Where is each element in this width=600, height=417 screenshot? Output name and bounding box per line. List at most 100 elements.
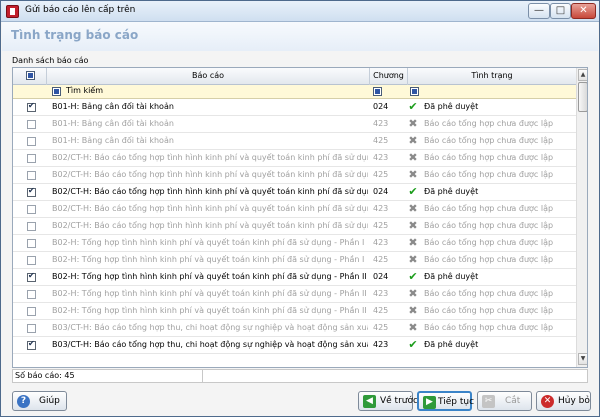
status-text: Báo cáo tổng hợp chưa được lập xyxy=(424,136,554,145)
row-checkbox[interactable] xyxy=(27,271,36,282)
next-button[interactable]: ▶ Tiếp tục xyxy=(417,391,475,411)
chuong-code: 423 xyxy=(373,204,389,213)
maximize-button[interactable]: □ xyxy=(550,3,571,19)
report-name: B02/CT-H: Báo cáo tổng hợp tình hình kin… xyxy=(52,204,368,213)
cut-button[interactable]: ✂ Cắt xyxy=(477,391,532,411)
cross-icon: ✖ xyxy=(408,117,418,130)
table-row[interactable]: B02/CT-H: Báo cáo tổng hợp tình hình kin… xyxy=(13,201,576,218)
status-text: Báo cáo tổng hợp chưa được lập xyxy=(424,204,554,213)
scroll-thumb[interactable] xyxy=(578,82,587,112)
chuong-code: 024 xyxy=(373,187,389,196)
search-filter-label[interactable]: Tìm kiếm xyxy=(66,86,103,95)
back-arrow-icon: ◀ xyxy=(363,395,376,408)
back-label: Về trước xyxy=(380,396,418,406)
row-checkbox xyxy=(27,120,36,129)
row-checkbox xyxy=(27,307,36,316)
report-grid: Báo cáo Chương Tình trạng Tìm kiếm B01-H… xyxy=(12,67,588,368)
next-label: Tiếp tục xyxy=(438,397,475,407)
status-bar: Số báo cáo: 45 xyxy=(12,369,588,383)
scroll-up-icon[interactable]: ▲ xyxy=(578,69,587,81)
cross-icon: ✖ xyxy=(408,304,418,317)
report-name: B03/CT-H: Báo cáo tổng hợp thu, chi hoạt… xyxy=(52,340,368,349)
chuong-code: 423 xyxy=(373,289,389,298)
status-text: Báo cáo tổng hợp chưa được lập xyxy=(424,170,554,179)
status-text: Báo cáo tổng hợp chưa được lập xyxy=(424,221,554,230)
table-row[interactable]: B02/CT-H: Báo cáo tổng hợp tình hình kin… xyxy=(13,167,576,184)
report-name: B02/CT-H: Báo cáo tổng hợp tình hình kin… xyxy=(52,221,368,230)
filter-chuong-toggle[interactable] xyxy=(373,87,382,96)
report-name: B02-H: Tổng hợp tình hình kinh phí và qu… xyxy=(52,289,367,298)
filter-row: Tìm kiếm xyxy=(13,85,576,99)
column-header-status[interactable]: Tình trạng xyxy=(408,68,576,85)
cancel-icon: ✕ xyxy=(541,395,554,408)
table-row[interactable]: B02/CT-H: Báo cáo tổng hợp tình hình kin… xyxy=(13,184,576,201)
row-checkbox[interactable] xyxy=(27,101,36,112)
status-text: Báo cáo tổng hợp chưa được lập xyxy=(424,306,554,315)
status-text: Báo cáo tổng hợp chưa được lập xyxy=(424,238,554,247)
filter-status-toggle[interactable] xyxy=(410,87,419,96)
window-title: Gửi báo cáo lên cấp trên xyxy=(25,5,136,15)
report-name: B01-H: Bảng cân đối tài khoản xyxy=(52,119,174,128)
table-row[interactable]: B02-H: Tổng hợp tình hình kinh phí và qu… xyxy=(13,286,576,303)
chuong-code: 425 xyxy=(373,136,389,145)
next-arrow-icon: ▶ xyxy=(423,396,436,409)
column-header-chuong[interactable]: Chương xyxy=(370,68,408,85)
header-select-all[interactable] xyxy=(13,68,47,85)
report-name: B01-H: Bảng cân đối tài khoản xyxy=(52,102,174,111)
help-button[interactable]: ? Giúp xyxy=(12,391,67,411)
report-name: B03/CT-H: Báo cáo tổng hợp thu, chi hoạt… xyxy=(52,323,368,332)
report-name: B02-H: Tổng hợp tình hình kinh phí và qu… xyxy=(52,306,367,315)
chuong-code: 024 xyxy=(373,102,389,111)
row-checkbox xyxy=(27,239,36,248)
report-name: B02-H: Tổng hợp tình hình kinh phí và qu… xyxy=(52,255,365,264)
table-row[interactable]: B02-H: Tổng hợp tình hình kinh phí và qu… xyxy=(13,303,576,320)
report-count: Số báo cáo: 45 xyxy=(15,371,75,380)
row-checkbox xyxy=(27,222,36,231)
section-label: Danh sách báo cáo xyxy=(12,56,89,65)
report-name: B01-H: Bảng cân đối tài khoản xyxy=(52,136,174,145)
chuong-code: 423 xyxy=(373,119,389,128)
table-row[interactable]: B02-H: Tổng hợp tình hình kinh phí và qu… xyxy=(13,252,576,269)
vertical-scrollbar[interactable]: ▲ ▼ xyxy=(576,68,587,367)
chuong-code: 425 xyxy=(373,221,389,230)
grid-header: Báo cáo Chương Tình trạng xyxy=(13,68,576,85)
table-row[interactable]: B02/CT-H: Báo cáo tổng hợp tình hình kin… xyxy=(13,150,576,167)
cross-icon: ✖ xyxy=(408,236,418,249)
status-text: Đã phê duyệt xyxy=(424,102,479,111)
cross-icon: ✖ xyxy=(408,219,418,232)
status-text: Báo cáo tổng hợp chưa được lập xyxy=(424,153,554,162)
check-icon: ✔ xyxy=(408,270,418,283)
table-row[interactable]: B03/CT-H: Báo cáo tổng hợp thu, chi hoạt… xyxy=(13,320,576,337)
status-text: Đã phê duyệt xyxy=(424,340,479,349)
row-checkbox xyxy=(27,154,36,163)
back-button[interactable]: ◀ Về trước xyxy=(358,391,418,411)
column-header-report[interactable]: Báo cáo xyxy=(47,68,370,85)
cross-icon: ✖ xyxy=(408,253,418,266)
table-row[interactable]: B01-H: Bảng cân đối tài khoản 423 ✖ Báo cáo… xyxy=(13,116,576,133)
scroll-down-icon[interactable]: ▼ xyxy=(578,353,587,365)
select-all-checkbox[interactable] xyxy=(26,71,35,80)
table-row[interactable]: B02-H: Tổng hợp tình hình kinh phí và qu… xyxy=(13,269,576,286)
check-icon: ✔ xyxy=(408,338,418,351)
cross-icon: ✖ xyxy=(408,287,418,300)
row-checkbox xyxy=(27,205,36,214)
table-row[interactable]: B03/CT-H: Báo cáo tổng hợp thu, chi hoạt… xyxy=(13,337,576,354)
table-row[interactable]: B02/CT-H: Báo cáo tổng hợp tình hình kin… xyxy=(13,218,576,235)
title-bar[interactable]: Gửi báo cáo lên cấp trên — □ ✕ xyxy=(1,1,599,22)
cancel-label: Hủy bỏ xyxy=(558,396,590,406)
row-checkbox xyxy=(27,290,36,299)
table-row[interactable]: B01-H: Bảng cân đối tài khoản 425 ✖ Báo cáo… xyxy=(13,133,576,150)
cancel-button[interactable]: ✕ Hủy bỏ xyxy=(536,391,591,411)
cut-icon: ✂ xyxy=(482,395,495,408)
table-row[interactable]: B01-H: Bảng cân đối tài khoản 024 ✔ Đã phê … xyxy=(13,99,576,116)
row-checkbox[interactable] xyxy=(27,186,36,197)
cross-icon: ✖ xyxy=(408,202,418,215)
filter-report-toggle[interactable] xyxy=(52,87,61,96)
table-row[interactable]: B02-H: Tổng hợp tình hình kinh phí và qu… xyxy=(13,235,576,252)
report-name: B02/CT-H: Báo cáo tổng hợp tình hình kin… xyxy=(52,170,368,179)
row-checkbox[interactable] xyxy=(27,339,36,350)
chuong-code: 425 xyxy=(373,255,389,264)
close-button[interactable]: ✕ xyxy=(571,3,596,19)
row-checkbox xyxy=(27,171,36,180)
minimize-button[interactable]: — xyxy=(528,3,550,19)
